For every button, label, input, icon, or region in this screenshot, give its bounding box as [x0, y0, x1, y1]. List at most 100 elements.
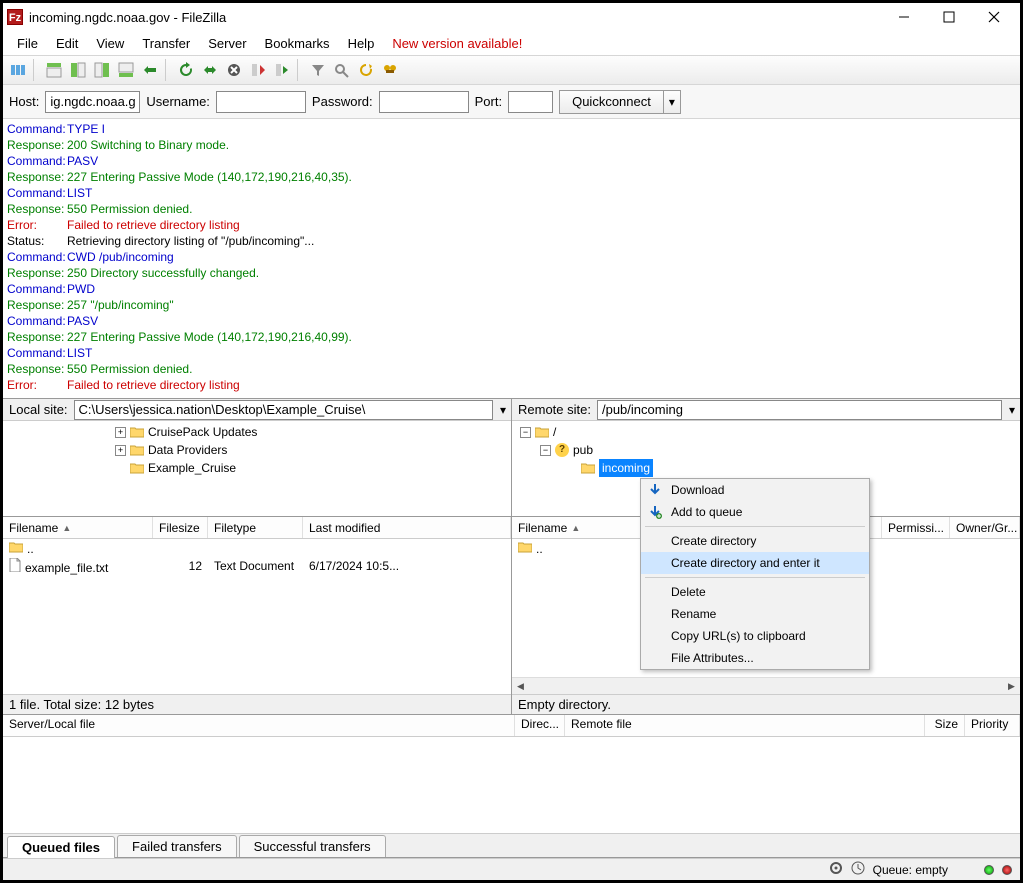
folder-icon	[581, 462, 595, 474]
find-icon[interactable]	[379, 59, 401, 81]
window-controls	[881, 3, 1016, 31]
toggle-queue-icon[interactable]	[115, 59, 137, 81]
local-site-dropdown[interactable]: ▾	[495, 403, 511, 417]
toggle-local-tree-icon[interactable]	[67, 59, 89, 81]
horizontal-scrollbar[interactable]: ◀▶	[512, 677, 1020, 694]
port-input[interactable]	[508, 91, 553, 113]
col-remote-file[interactable]: Remote file	[565, 715, 925, 736]
compare-icon[interactable]	[331, 59, 353, 81]
col-permissions[interactable]: Permissi...	[882, 517, 950, 538]
clock-icon[interactable]	[851, 861, 865, 878]
ctx-copy-url[interactable]: Copy URL(s) to clipboard	[641, 625, 869, 647]
status-bar: Queue: empty	[3, 858, 1020, 880]
host-input[interactable]	[45, 91, 140, 113]
reconnect-icon[interactable]	[271, 59, 293, 81]
ctx-create-directory-enter[interactable]: Create directory and enter it	[641, 552, 869, 574]
ctx-add-to-queue[interactable]: Add to queue	[641, 501, 869, 523]
file-row[interactable]: ..	[3, 539, 511, 557]
ctx-delete[interactable]: Delete	[641, 581, 869, 603]
col-owner[interactable]: Owner/Gr...	[950, 517, 1020, 538]
remote-site-input[interactable]	[597, 400, 1002, 420]
password-input[interactable]	[379, 91, 469, 113]
menu-edit[interactable]: Edit	[48, 34, 86, 53]
tree-item[interactable]: +Data Providers	[7, 441, 507, 459]
toggle-remote-tree-icon[interactable]	[91, 59, 113, 81]
settings-icon[interactable]	[829, 861, 843, 878]
col-direction[interactable]: Direc...	[515, 715, 565, 736]
auto-refresh-icon[interactable]	[355, 59, 377, 81]
process-queue-icon[interactable]	[199, 59, 221, 81]
menu-transfer[interactable]: Transfer	[134, 34, 198, 53]
unknown-folder-icon: ?	[555, 443, 569, 457]
app-icon: Fz	[7, 9, 23, 25]
queue-pane: Server/Local file Direc... Remote file S…	[3, 715, 1020, 858]
quickconnect-button[interactable]: Quickconnect	[559, 90, 664, 114]
local-file-list[interactable]: ..example_file.txt12Text Document6/17/20…	[3, 539, 511, 694]
tab-failed-transfers[interactable]: Failed transfers	[117, 835, 237, 857]
tab-queued-files[interactable]: Queued files	[7, 836, 115, 858]
folder-icon	[130, 444, 144, 456]
sort-asc-icon: ▲	[571, 523, 580, 533]
tree-root[interactable]: /	[553, 423, 556, 441]
ctx-download[interactable]: Download	[641, 479, 869, 501]
tree-item[interactable]: Example_Cruise	[7, 459, 507, 477]
file-row[interactable]: example_file.txt12Text Document6/17/2024…	[3, 557, 511, 575]
tree-collapse-icon[interactable]: −	[540, 445, 551, 456]
menu-server[interactable]: Server	[200, 34, 254, 53]
menu-view[interactable]: View	[88, 34, 132, 53]
toolbar	[3, 55, 1020, 85]
activity-led-green	[984, 865, 994, 875]
disconnect-icon[interactable]	[247, 59, 269, 81]
remote-site-label: Remote site:	[512, 402, 595, 417]
col-server-local[interactable]: Server/Local file	[3, 715, 515, 736]
ctx-file-attributes[interactable]: File Attributes...	[641, 647, 869, 669]
folder-icon	[130, 426, 144, 438]
username-input[interactable]	[216, 91, 306, 113]
remote-context-menu: Download Add to queue Create directory C…	[640, 478, 870, 670]
tree-expand-icon[interactable]: +	[115, 445, 126, 456]
menu-bookmarks[interactable]: Bookmarks	[257, 34, 338, 53]
tree-pub[interactable]: pub	[573, 441, 593, 459]
menu-file[interactable]: File	[9, 34, 46, 53]
toggle-log-icon[interactable]	[43, 59, 65, 81]
menu-help[interactable]: Help	[340, 34, 383, 53]
col-priority[interactable]: Priority	[965, 715, 1020, 736]
menu-bar: File Edit View Transfer Server Bookmarks…	[3, 31, 1020, 55]
remote-site-dropdown[interactable]: ▾	[1004, 403, 1020, 417]
col-filetype[interactable]: Filetype	[208, 517, 303, 538]
title-bar: Fz incoming.ngdc.noaa.gov - FileZilla	[3, 3, 1020, 31]
tree-expand-icon[interactable]: +	[115, 427, 126, 438]
site-manager-icon[interactable]	[7, 59, 29, 81]
local-file-header: Filename▲ Filesize Filetype Last modifie…	[3, 517, 511, 539]
quickconnect-dropdown[interactable]: ▾	[663, 90, 681, 114]
port-label: Port:	[475, 94, 502, 109]
new-version-notice[interactable]: New version available!	[384, 34, 530, 53]
folder-icon	[130, 462, 144, 474]
sync-browsing-icon[interactable]	[139, 59, 161, 81]
cancel-icon[interactable]	[223, 59, 245, 81]
message-log[interactable]: Command:TYPE IResponse:200 Switching to …	[3, 119, 1020, 399]
sort-asc-icon: ▲	[62, 523, 71, 533]
queue-list[interactable]	[3, 737, 1020, 833]
minimize-button[interactable]	[881, 3, 926, 31]
local-site-input[interactable]	[74, 400, 493, 420]
tree-incoming-selected[interactable]: incoming	[599, 459, 653, 477]
filter-icon[interactable]	[307, 59, 329, 81]
app-window: Fz incoming.ngdc.noaa.gov - FileZilla Fi…	[2, 2, 1021, 881]
maximize-button[interactable]	[926, 3, 971, 31]
local-tree[interactable]: +CruisePack Updates+Data ProvidersExampl…	[3, 421, 511, 516]
local-site-label: Local site:	[3, 402, 72, 417]
tree-item[interactable]: +CruisePack Updates	[7, 423, 507, 441]
tree-collapse-icon[interactable]: −	[520, 427, 531, 438]
queue-header: Server/Local file Direc... Remote file S…	[3, 715, 1020, 737]
col-filesize[interactable]: Filesize	[153, 517, 208, 538]
col-filename[interactable]: Filename▲	[3, 517, 153, 538]
col-lastmod[interactable]: Last modified	[303, 517, 511, 538]
window-title: incoming.ngdc.noaa.gov - FileZilla	[29, 10, 881, 25]
tab-successful-transfers[interactable]: Successful transfers	[239, 835, 386, 857]
refresh-icon[interactable]	[175, 59, 197, 81]
col-size[interactable]: Size	[925, 715, 965, 736]
ctx-create-directory[interactable]: Create directory	[641, 530, 869, 552]
ctx-rename[interactable]: Rename	[641, 603, 869, 625]
close-button[interactable]	[971, 3, 1016, 31]
